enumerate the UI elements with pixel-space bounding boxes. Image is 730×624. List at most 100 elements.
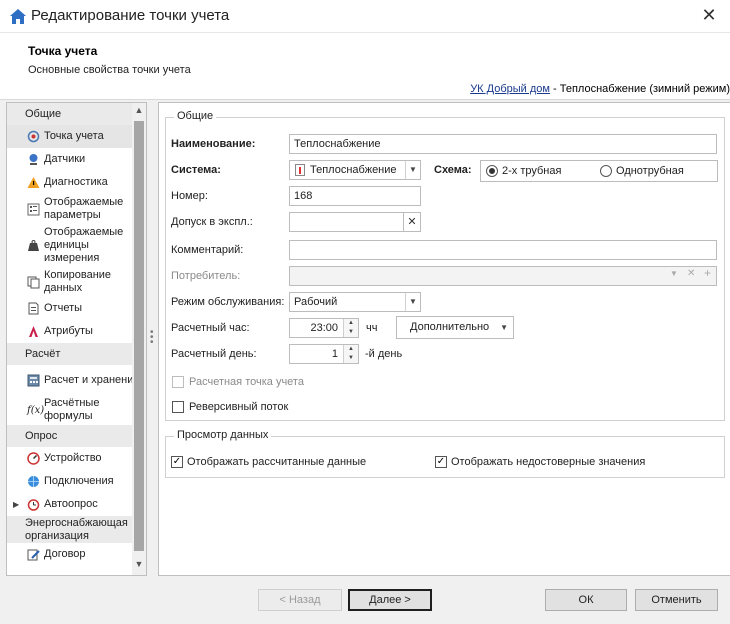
nav-group-poll: Опрос — [7, 425, 146, 447]
sidebar-item-connections[interactable]: Подключения — [7, 470, 146, 493]
page-subtitle: Основные свойства точки учета — [28, 64, 191, 76]
spin-up-icon[interactable]: ▲ — [344, 319, 358, 328]
comment-input[interactable] — [289, 240, 717, 260]
sidebar-item-device[interactable]: Устройство — [7, 447, 146, 470]
warning-icon — [27, 176, 40, 189]
sidebar-item-params[interactable]: Отображаемые параметры — [7, 194, 146, 224]
breadcrumb-link[interactable]: УК Добрый дом — [470, 83, 550, 95]
target-icon — [27, 130, 40, 143]
list-icon — [27, 203, 40, 216]
reverse-flow-label: Реверсивный поток — [189, 401, 289, 413]
main-panel: Общие Наименование: Теплоснабжение Систе… — [158, 102, 730, 576]
back-button[interactable]: < Назад — [258, 589, 342, 611]
sidebar-item-label: Отображаемые единицы измерения — [44, 226, 124, 264]
calc-day-value: 1 — [331, 348, 338, 360]
sidebar-item-units[interactable]: Отображаемые единицы измерения — [7, 224, 146, 267]
service-mode-value: Рабочий — [294, 296, 338, 308]
home-icon — [10, 9, 26, 24]
cancel-button[interactable]: Отменить — [635, 589, 718, 611]
sidebar-item-label: Отображаемые параметры — [44, 196, 124, 221]
sidebar-item-label: Диагностика — [44, 176, 108, 188]
close-icon[interactable]: ✕ — [700, 6, 718, 24]
nav-group-calc: Расчёт — [7, 343, 146, 365]
scroll-up-icon[interactable]: ▲ — [132, 105, 146, 117]
sidebar-item-label: Устройство — [44, 452, 102, 464]
expand-arrow-icon[interactable]: ▶ — [13, 498, 19, 511]
chevron-down-icon[interactable]: ▼ — [405, 161, 420, 179]
number-label: Номер: — [171, 190, 208, 202]
spin-down-icon[interactable]: ▼ — [344, 328, 358, 337]
sidebar-item-sensors[interactable]: Датчики — [7, 148, 146, 171]
scroll-down-icon[interactable]: ▼ — [132, 559, 146, 571]
report-icon — [27, 302, 40, 315]
nav-group-general: Общие — [7, 103, 146, 125]
show-calc-checkbox[interactable]: ✓ — [171, 456, 183, 468]
sidebar-item-reports[interactable]: Отчеты — [7, 297, 146, 320]
calc-day-input[interactable]: 1 ▲ ▼ — [289, 344, 359, 364]
sidebar-item-label: Подключения — [44, 475, 114, 487]
sidebar-item-diagnostics[interactable]: Диагностика — [7, 171, 146, 194]
admission-date-input[interactable] — [289, 212, 404, 232]
clear-button[interactable]: ✕ — [403, 212, 421, 232]
device-gauge-icon — [27, 452, 40, 465]
scroll-thumb[interactable] — [134, 121, 144, 551]
chevron-down-icon: ▼ — [670, 269, 678, 278]
ok-button[interactable]: ОК — [545, 589, 627, 611]
service-mode-select[interactable]: Рабочий ▼ — [289, 292, 421, 312]
scheme-radio-one-pipe[interactable] — [600, 165, 612, 177]
system-label: Система: — [171, 164, 221, 176]
page-title: Точка учета — [28, 44, 98, 58]
add-icon: + — [704, 266, 712, 280]
reverse-flow-checkbox[interactable] — [172, 401, 184, 413]
service-mode-label: Режим обслуживания: — [171, 296, 285, 308]
calc-hour-spinner[interactable]: ▲ ▼ — [343, 319, 358, 337]
system-select[interactable]: Теплоснабжение ▼ — [289, 160, 421, 180]
scheme-radio-two-pipe[interactable] — [486, 165, 498, 177]
sidebar-scrollbar[interactable]: ▲ ▼ — [132, 103, 146, 575]
copy-icon — [27, 276, 40, 289]
sidebar-item-copy[interactable]: Копирование данных — [7, 267, 146, 297]
fieldset-legend: Общие — [174, 110, 217, 122]
sidebar-nav: Общие Точка учета Датчики Диагностика От… — [6, 102, 147, 576]
sidebar-item-contract[interactable]: Договор — [7, 543, 146, 566]
comment-label: Комментарий: — [171, 244, 244, 256]
splitter-handle[interactable]: • • • — [150, 328, 154, 348]
scheme-label: Схема: — [434, 164, 472, 176]
show-unreliable-checkbox[interactable]: ✓ — [435, 456, 447, 468]
name-input[interactable]: Теплоснабжение — [289, 134, 717, 154]
system-value: Теплоснабжение — [310, 164, 397, 176]
chevron-down-icon: ▼ — [500, 323, 508, 332]
sidebar-item-label: Датчики — [44, 153, 86, 165]
scheme-option-label: 2-х трубная — [502, 165, 562, 177]
breadcrumb-text: - Теплоснабжение (зимний режим) — [549, 83, 730, 95]
sidebar-item-label: Копирование данных — [44, 269, 112, 294]
sidebar-item-formulas[interactable]: f(x) Расчётные формулы — [7, 395, 146, 425]
breadcrumb: УК Добрый дом - Теплоснабжение (зимний р… — [470, 83, 730, 95]
sidebar-item-label: Автоопрос — [44, 498, 98, 510]
calc-hour-value: 23:00 — [310, 322, 338, 334]
spin-down-icon[interactable]: ▼ — [344, 354, 358, 363]
sidebar-item-label: Расчет и хранение — [44, 373, 140, 386]
name-label: Наименование: — [171, 138, 256, 150]
show-unreliable-label: Отображать недостоверные значения — [451, 456, 646, 468]
scheme-radio-group: 2-х трубная Однотрубная — [480, 160, 718, 182]
sidebar-item-calc-storage[interactable]: Расчет и хранение — [7, 365, 146, 395]
sidebar-item-attrs[interactable]: Атрибуты — [7, 320, 146, 343]
calc-hour-label: Расчетный час: — [171, 322, 250, 334]
spin-up-icon[interactable]: ▲ — [344, 345, 358, 354]
sidebar-item-label: Атрибуты — [44, 325, 93, 337]
page-header: Точка учета Основные свойства точки учет… — [0, 33, 730, 100]
next-button[interactable]: Далее > — [348, 589, 432, 611]
number-input[interactable]: 168 — [289, 186, 421, 206]
admission-label: Допуск в экспл.: — [171, 216, 253, 228]
sidebar-item-point[interactable]: Точка учета — [7, 125, 146, 148]
sidebar-item-label: Точка учета — [44, 130, 104, 142]
calc-day-unit: -й день — [365, 348, 403, 360]
chevron-down-icon[interactable]: ▼ — [405, 293, 420, 311]
calc-hour-input[interactable]: 23:00 ▲ ▼ — [289, 318, 359, 338]
sidebar-item-autopoll[interactable]: ▶ Автоопрос — [7, 493, 146, 516]
extra-dropdown-button[interactable]: Дополнительно ▼ — [396, 316, 514, 339]
calc-day-spinner[interactable]: ▲ ▼ — [343, 345, 358, 363]
function-icon: f(x) — [27, 404, 45, 416]
sidebar-item-label: Договор — [44, 548, 86, 560]
